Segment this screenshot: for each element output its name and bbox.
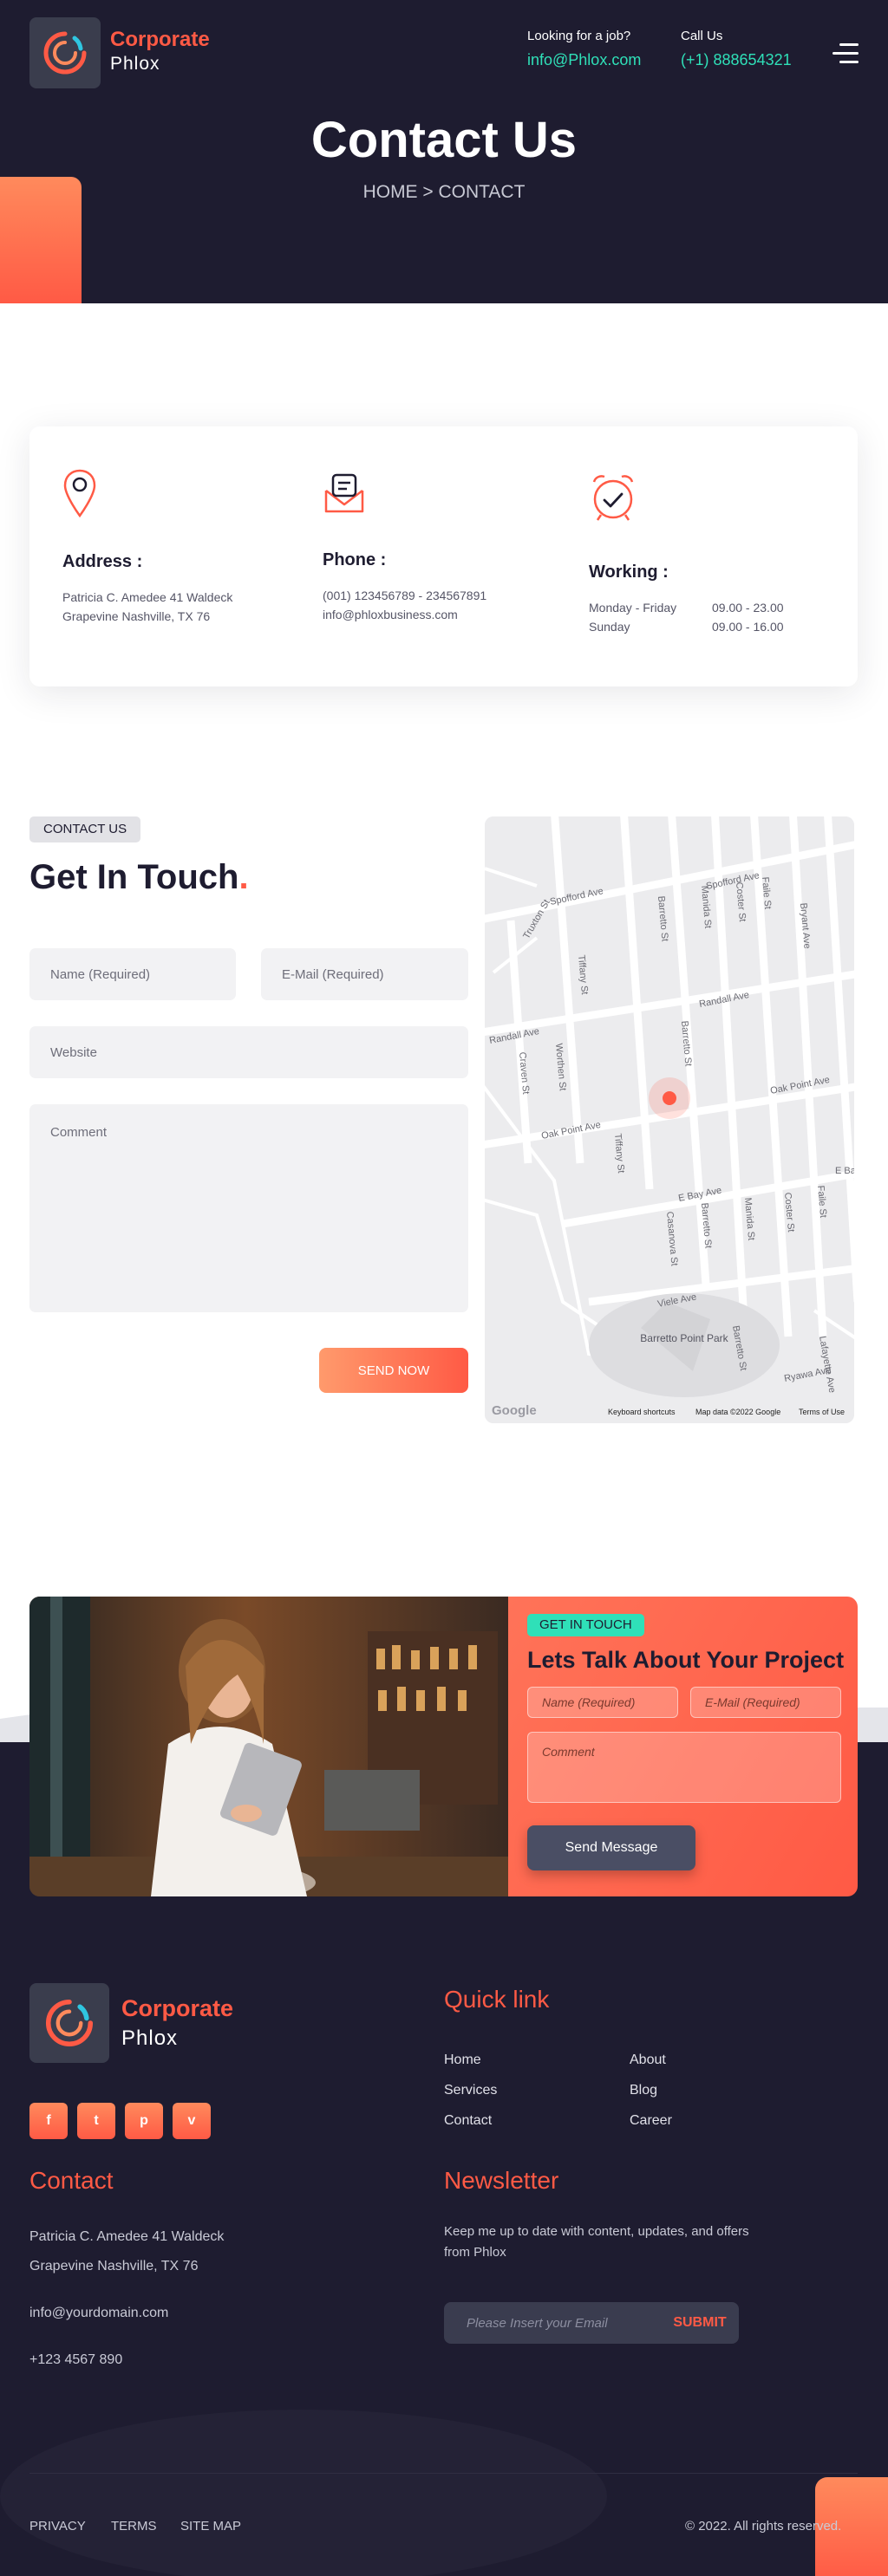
footer-logo-subtitle[interactable]: Phlox: [121, 2026, 178, 2051]
twitter-icon[interactable]: t: [77, 2103, 115, 2139]
map-pin-icon: [663, 1091, 676, 1105]
address-title: Address :: [62, 552, 143, 571]
footer-divider: [29, 2473, 858, 2474]
map-canvas[interactable]: Spofford Ave Spofford Ave Randall Ave Ra…: [485, 816, 854, 1423]
alarm-clock-icon: [592, 475, 634, 521]
logo-title[interactable]: Corporate: [110, 28, 210, 52]
footer-link-about[interactable]: About: [630, 2052, 666, 2068]
logo-mark[interactable]: [29, 17, 101, 88]
working-hours: Monday - Friday 09.00 - 23.00 Sunday 09.…: [589, 598, 784, 636]
newsletter-heading: Newsletter: [444, 2167, 559, 2194]
working-days: Sunday: [589, 620, 630, 634]
footer-logo-mark[interactable]: [29, 1983, 109, 2063]
cta-email-input[interactable]: [690, 1687, 841, 1718]
get-in-touch-tag: GET IN TOUCH: [527, 1614, 644, 1636]
map-terms-link: Terms of Use: [799, 1408, 845, 1416]
google-logo: Google: [492, 1403, 537, 1418]
name-input[interactable]: [29, 948, 236, 1000]
footer-swoosh: [0, 2410, 607, 2576]
job-email-link[interactable]: info@Phlox.com: [527, 51, 641, 69]
newsletter-email-input[interactable]: [444, 2302, 661, 2344]
contact-info-card: Address : Patricia C. Amedee 41 Waldeck …: [29, 426, 858, 686]
call-contact: Call Us (+1) 888654321: [681, 29, 792, 69]
footer-link-home[interactable]: Home: [444, 2052, 481, 2068]
footer-email-link[interactable]: info@yourdomain.com: [29, 2306, 168, 2321]
hamburger-menu-icon[interactable]: [832, 43, 859, 66]
phone-email[interactable]: info@phloxbusiness.com: [323, 605, 486, 624]
address-line-2: Grapevine Nashville, TX 76: [62, 609, 211, 623]
woman-with-tablet-photo: [29, 1597, 508, 1896]
comment-textarea[interactable]: [29, 1104, 468, 1312]
call-phone-link[interactable]: (+1) 888654321: [681, 51, 792, 69]
get-in-touch-title: Get In Touch.: [29, 858, 249, 897]
call-label: Call Us: [681, 29, 723, 43]
footer-link-terms[interactable]: TERMS: [111, 2519, 157, 2534]
footer-link-blog[interactable]: Blog: [630, 2083, 657, 2098]
newsletter-text-1: Keep me up to date with content, updates…: [444, 2224, 749, 2239]
footer-link-privacy[interactable]: PRIVACY: [29, 2519, 86, 2534]
working-days: Monday - Friday: [589, 601, 677, 615]
address-line-1: Patricia C. Amedee 41 Waldeck: [62, 590, 233, 604]
working-title: Working :: [589, 563, 669, 582]
working-row: Sunday 09.00 - 16.00: [589, 617, 784, 636]
logo-subtitle[interactable]: Phlox: [110, 54, 160, 75]
footer-phone-link[interactable]: +123 4567 890: [29, 2352, 122, 2368]
map-keyboard-shortcuts: Keyboard shortcuts: [608, 1408, 676, 1416]
location-map[interactable]: Spofford Ave Spofford Ave Randall Ave Ra…: [485, 816, 854, 1423]
phone-numbers[interactable]: (001) 123456789 - 234567891: [323, 586, 486, 605]
svg-text:E Bay: E Bay: [835, 1166, 854, 1176]
map-data-credit: Map data ©2022 Google: [695, 1408, 780, 1416]
cta-name-input[interactable]: [527, 1687, 678, 1718]
title-dot: .: [238, 858, 249, 896]
copyright: © 2022. All rights reserved.: [685, 2519, 842, 2534]
footer-link-contact[interactable]: Contact: [444, 2113, 492, 2129]
breadcrumb[interactable]: HOME > CONTACT: [0, 182, 888, 203]
footer-link-services[interactable]: Services: [444, 2083, 497, 2098]
phone-block: Phone : (001) 123456789 - 234567891 info…: [323, 472, 486, 624]
working-hours-value: 09.00 - 23.00: [712, 601, 784, 615]
facebook-icon[interactable]: f: [29, 2103, 68, 2139]
send-now-button[interactable]: SEND NOW: [319, 1348, 468, 1393]
page-header: Corporate Phlox Looking for a job? info@…: [0, 0, 888, 303]
working-hours-value: 09.00 - 16.00: [712, 620, 784, 634]
newsletter-text-2: from Phlox: [444, 2245, 506, 2260]
pinterest-icon[interactable]: p: [125, 2103, 163, 2139]
logo-ring-icon: [46, 1999, 94, 2046]
phone-title: Phone :: [323, 550, 387, 569]
address-block: Address : Patricia C. Amedee 41 Waldeck …: [62, 468, 232, 626]
location-pin-icon: [63, 469, 96, 518]
park-label: Barretto Point Park: [640, 1332, 728, 1344]
footer-address-line-2: Grapevine Nashville, TX 76: [29, 2259, 199, 2274]
email-input[interactable]: [261, 948, 468, 1000]
envelope-icon: [324, 473, 364, 513]
footer-link-site-map[interactable]: SITE MAP: [180, 2519, 241, 2534]
cta-title: Lets Talk About Your Project: [527, 1647, 845, 1673]
working-row: Monday - Friday 09.00 - 23.00: [589, 598, 784, 617]
newsletter-form: SUBMIT: [444, 2302, 739, 2344]
get-in-touch-text: Get In Touch: [29, 858, 239, 896]
footer-address-line-1: Patricia C. Amedee 41 Waldeck: [29, 2229, 225, 2244]
contact-us-tag: CONTACT US: [29, 816, 141, 842]
footer-logo-title[interactable]: Corporate: [121, 1995, 233, 2022]
website-input[interactable]: [29, 1026, 468, 1078]
footer-link-career[interactable]: Career: [630, 2113, 672, 2129]
vimeo-icon[interactable]: v: [173, 2103, 211, 2139]
logo-ring-icon: [43, 31, 87, 75]
page-title: Contact Us: [310, 112, 578, 168]
newsletter-submit-button[interactable]: SUBMIT: [661, 2302, 739, 2344]
contact-heading: Contact: [29, 2167, 114, 2194]
send-message-button[interactable]: Send Message: [527, 1825, 695, 1870]
cta-comment-textarea[interactable]: [527, 1732, 841, 1803]
cta-card: GET IN TOUCH Lets Talk About Your Projec…: [29, 1597, 858, 1896]
working-block: Working : Monday - Friday 09.00 - 23.00 …: [589, 472, 784, 636]
job-label: Looking for a job?: [527, 29, 631, 43]
quick-link-heading: Quick link: [444, 1986, 550, 2013]
job-contact: Looking for a job? info@Phlox.com: [527, 29, 641, 69]
